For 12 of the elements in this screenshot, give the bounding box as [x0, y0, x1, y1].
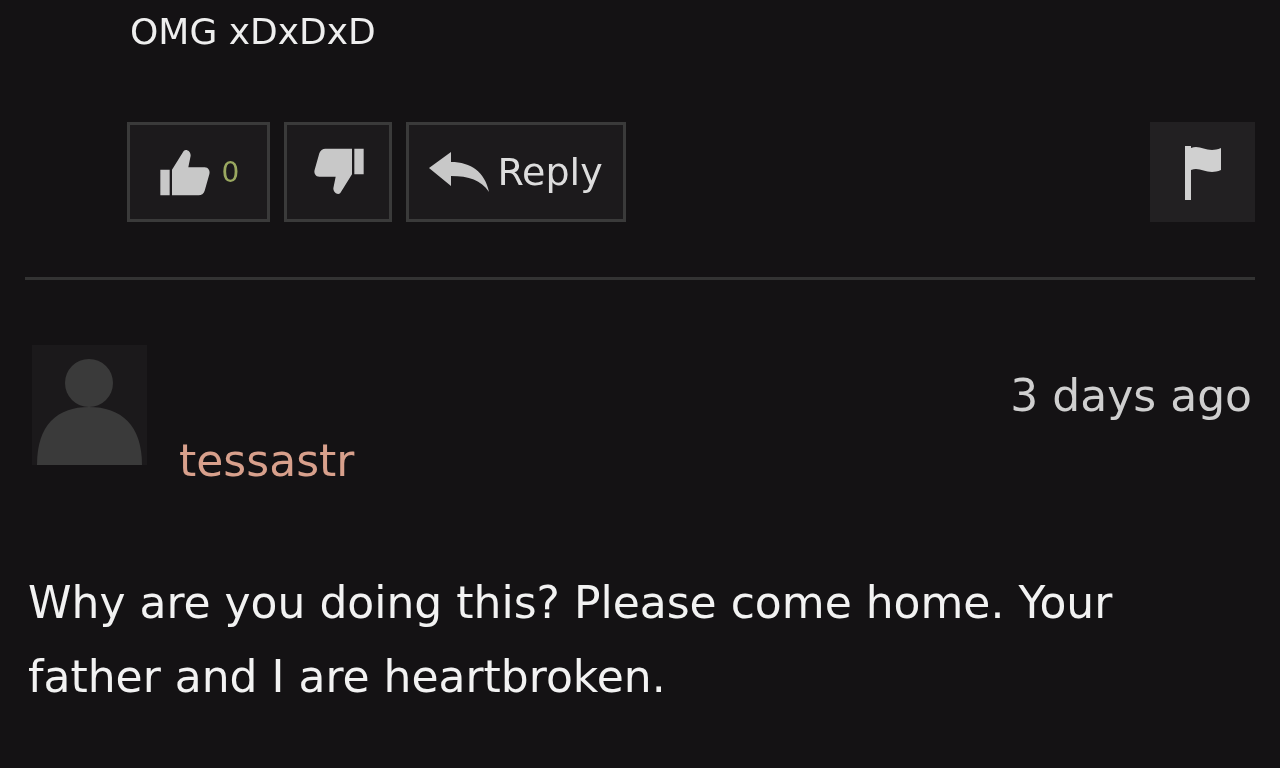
flag-button[interactable] — [1150, 122, 1255, 222]
flag-icon — [1182, 144, 1223, 200]
reply-button[interactable]: Reply — [406, 122, 626, 222]
username[interactable]: tessastr — [179, 435, 355, 486]
dislike-button[interactable] — [284, 122, 392, 222]
reply-arrow-icon — [429, 151, 490, 193]
comment-text: Why are you doing this? Please come home. Your father and I are heartbroken. — [27, 576, 1114, 704]
like-button[interactable]: 0 — [127, 122, 270, 222]
comment-text: OMG xDxDxD — [129, 12, 377, 52]
avatar-icon — [32, 345, 147, 465]
timestamp: 3 days ago — [1010, 370, 1252, 421]
like-count: 0 — [221, 155, 240, 189]
